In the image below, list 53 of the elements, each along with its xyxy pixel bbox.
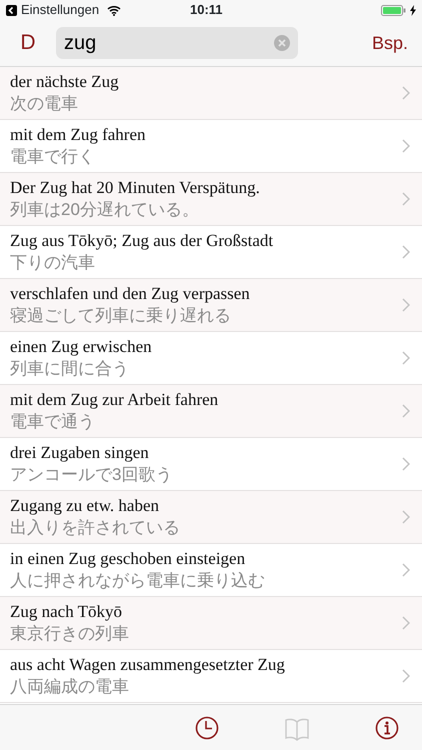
japanese-translation: 東京行きの列車 [10, 623, 130, 645]
chevron-icon [402, 616, 410, 630]
chevron-icon [402, 563, 410, 577]
german-phrase: mit dem Zug zur Arbeit fahren [10, 389, 220, 411]
japanese-translation: アンコールで3回歌う [10, 464, 174, 486]
german-phrase: Zug aus Tōkyō; Zug aus der Großstadt [10, 230, 274, 252]
japanese-translation: 電車で行く [10, 146, 96, 168]
german-phrase: der nächste Zug [10, 71, 120, 93]
german-phrase: Zug nach Tōkyō [10, 601, 124, 623]
chevron-icon [402, 404, 410, 418]
japanese-translation: 寝過ごして列車に乗り遅れる [10, 305, 232, 327]
german-phrase: Zugang zu etw. haben [10, 495, 160, 517]
german-phrase: Der Zug hat 20 Minuten Verspätung. [10, 177, 261, 199]
result-row[interactable]: der nächste Zug 次の電車 [0, 67, 422, 120]
japanese-translation: 出入りを許されている [10, 517, 181, 539]
german-phrase: aus acht Wagen zusammengesetzter Zug [10, 654, 286, 676]
examples-button[interactable]: Bsp. [372, 30, 408, 56]
japanese-translation: 列車は20分遅れている。 [10, 199, 200, 221]
japanese-translation: 人に押されながら電車に乗り込む [10, 570, 266, 592]
japanese-translation: 八両編成の電車 [10, 676, 130, 698]
result-row[interactable]: Zug nach Tōkyō 東京行きの列車 [0, 597, 422, 650]
german-phrase: verschlafen und den Zug verpassen [10, 283, 251, 305]
result-row[interactable]: mit dem Zug zur Arbeit fahren 電車で通う [0, 385, 422, 438]
result-row[interactable]: Der Zug hat 20 Minuten Verspätung. 列車は20分遅れている。 [0, 173, 422, 226]
result-row[interactable]: aus acht Wagen zusammengesetzter Zug 八両編成の電車 [0, 650, 422, 703]
chevron-icon [402, 351, 410, 365]
german-phrase: einen Zug erwischen [10, 336, 153, 358]
japanese-translation: 次の電車 [10, 93, 79, 115]
result-row[interactable]: Zugang zu etw. haben 出入りを許されている [0, 491, 422, 544]
japanese-translation: 下りの汽車 [10, 252, 96, 274]
chevron-icon [402, 86, 410, 100]
chevron-icon [402, 457, 410, 471]
search-field[interactable]: zug [56, 27, 298, 59]
chevron-icon [402, 245, 410, 259]
chevron-icon [402, 669, 410, 683]
back-label[interactable]: Einstellungen [21, 0, 100, 20]
clock-icon[interactable] [194, 714, 220, 740]
japanese-translation: 電車で通う [10, 411, 96, 433]
chevron-icon [402, 298, 410, 312]
result-row[interactable]: verschlafen und den Zug verpassen 寝過ごして列車に乗り遅れる [0, 279, 422, 332]
language-button[interactable]: D [10, 27, 46, 59]
german-phrase: in einen Zug geschoben einsteigen [10, 548, 246, 570]
german-phrase: mit dem Zug fahren [10, 124, 146, 146]
japanese-translation: 列車に間に合う [10, 358, 130, 380]
battery-icon [381, 4, 406, 16]
back-icon[interactable] [6, 4, 17, 16]
info-icon[interactable] [374, 714, 400, 740]
chevron-icon [402, 510, 410, 524]
chevron-icon [402, 192, 410, 206]
clock-time: 10:11 [190, 1, 223, 20]
chevron-icon [402, 139, 410, 153]
german-phrase: drei Zugaben singen [10, 442, 150, 464]
wifi-icon [107, 4, 122, 16]
